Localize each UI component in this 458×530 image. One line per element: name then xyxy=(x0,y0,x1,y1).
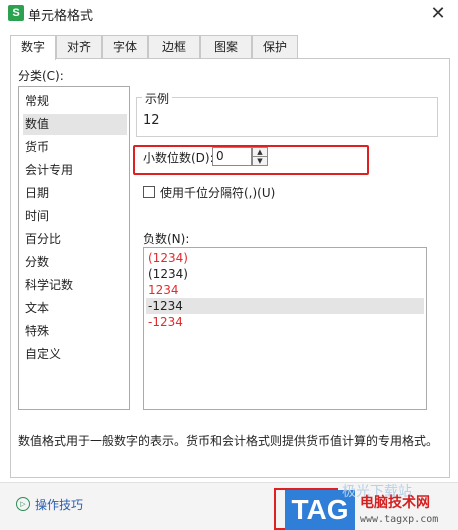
sample-value: 12 xyxy=(143,113,160,128)
tab-pattern[interactable]: 图案 xyxy=(200,35,252,59)
watermark-url: www.tagxp.com xyxy=(360,514,439,525)
category-list[interactable]: 常规 数值 货币 会计专用 日期 时间 百分比 分数 科学记数 文本 特殊 自定… xyxy=(18,86,130,410)
category-item-fraction[interactable]: 分数 xyxy=(23,252,127,273)
thousands-separator-label[interactable]: 使用千位分隔符(,)(U) xyxy=(160,184,275,201)
category-item-scientific[interactable]: 科学记数 xyxy=(23,275,127,296)
format-description: 数值格式用于一般数字的表示。货币和会计格式则提供货币值计算的专用格式。 xyxy=(18,434,439,448)
negative-option[interactable]: (1234) xyxy=(146,266,424,282)
category-item-general[interactable]: 常规 xyxy=(23,91,127,112)
category-item-special[interactable]: 特殊 xyxy=(23,321,127,342)
category-item-time[interactable]: 时间 xyxy=(23,206,127,227)
negative-numbers-label: 负数(N): xyxy=(143,232,190,246)
decimal-places-input[interactable]: 0 xyxy=(212,147,252,166)
category-item-accounting[interactable]: 会计专用 xyxy=(23,160,127,181)
category-item-number[interactable]: 数值 xyxy=(23,114,127,135)
category-item-currency[interactable]: 货币 xyxy=(23,137,127,158)
title-bar: S 单元格格式 ✕ xyxy=(0,0,458,30)
tab-alignment[interactable]: 对齐 xyxy=(56,35,102,59)
sample-group xyxy=(136,97,438,137)
negative-option[interactable]: 1234 xyxy=(146,282,424,298)
category-item-date[interactable]: 日期 xyxy=(23,183,127,204)
spreadsheet-app-icon: S xyxy=(8,5,24,21)
tab-strip: 数字 对齐 字体 边框 图案 保护 xyxy=(10,35,450,60)
category-item-custom[interactable]: 自定义 xyxy=(23,344,127,365)
negative-option-selected[interactable]: -1234 xyxy=(146,298,424,314)
thousands-separator-checkbox[interactable] xyxy=(143,186,155,198)
decimal-places-label: 小数位数(D): xyxy=(143,151,214,165)
close-icon[interactable]: ✕ xyxy=(428,4,448,24)
tab-font[interactable]: 字体 xyxy=(102,35,148,59)
spin-down-icon[interactable]: ▼ xyxy=(252,156,268,166)
play-circle-icon[interactable]: ▷ xyxy=(16,497,30,511)
tips-link[interactable]: 操作技巧 xyxy=(35,496,83,513)
category-item-text[interactable]: 文本 xyxy=(23,298,127,319)
tab-number[interactable]: 数字 xyxy=(10,35,56,60)
watermark-site-name: 电脑技术网 xyxy=(360,495,430,511)
negative-option[interactable]: (1234) xyxy=(146,250,424,266)
category-item-percentage[interactable]: 百分比 xyxy=(23,229,127,250)
dialog-title: 单元格格式 xyxy=(28,9,94,24)
category-label: 分类(C): xyxy=(18,69,64,83)
tab-protection[interactable]: 保护 xyxy=(252,35,298,59)
negative-option[interactable]: -1234 xyxy=(146,314,424,330)
negative-numbers-list[interactable]: (1234) (1234) 1234 -1234 -1234 xyxy=(143,247,427,410)
tab-border[interactable]: 边框 xyxy=(148,35,200,59)
sample-title: 示例 xyxy=(142,90,173,107)
